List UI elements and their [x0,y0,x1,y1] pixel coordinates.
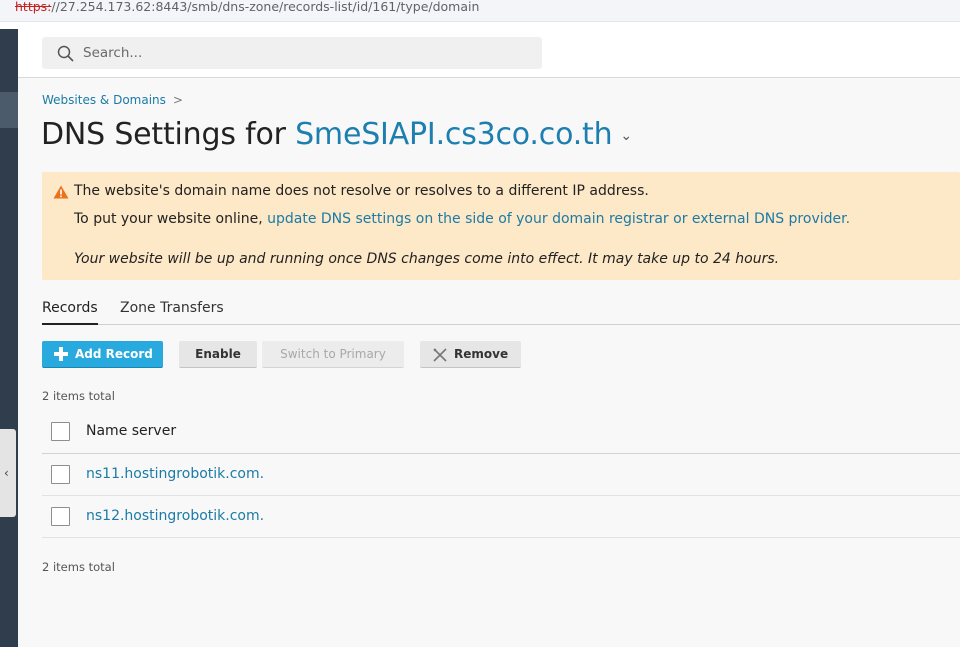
add-record-label: Add Record [75,347,153,361]
tabs: Records Zone Transfers [42,300,960,325]
top-header [18,29,960,78]
record-link[interactable]: ns11.hostingrobotik.com. [86,466,264,482]
search-input[interactable] [83,37,523,69]
chevron-left-icon: ‹ [4,466,9,480]
main-area: Websites & Domains > DNS Settings for Sme… [18,29,960,647]
warning-icon [53,185,69,199]
remove-icon [433,348,447,362]
chevron-down-icon[interactable]: ⌄ [620,128,632,144]
alert-note: Your website will be up and running once… [74,251,780,267]
column-header-name-server[interactable]: Name server [86,423,176,439]
items-total-bottom: 2 items total [42,560,115,574]
remove-button[interactable]: Remove [420,341,521,368]
table-header-row: Name server [42,413,960,454]
search-box[interactable] [42,37,542,69]
alert-instruction-text: To put your website online, [74,211,268,227]
alert-instruction: To put your website online, update DNS s… [74,211,850,227]
enable-button[interactable]: Enable [179,341,257,368]
nav-active-item[interactable] [0,92,18,128]
page-title-prefix: DNS Settings for [41,117,296,152]
name-server-cell: ns12.hostingrobotik.com. [86,508,264,524]
breadcrumb-websites-domains[interactable]: Websites & Domains [42,93,166,107]
select-all-checkbox[interactable] [51,422,70,441]
add-record-button[interactable]: Add Record [42,341,163,368]
browser-address-bar[interactable]: https://27.254.173.62:8443/smb/dns-zone/… [0,0,960,22]
breadcrumb: Websites & Domains > [42,93,183,107]
sidebar-collapse-toggle[interactable]: ‹ [0,429,16,517]
dns-warning-alert: The website's domain name does not resol… [42,172,960,280]
left-navigation-rail [0,29,18,647]
records-table: Name server ns11.hostingrobotik.com. ns1… [42,413,960,538]
url-protocol: https: [15,0,52,14]
row-checkbox[interactable] [51,507,70,526]
name-server-cell: ns11.hostingrobotik.com. [86,466,264,482]
tab-records[interactable]: Records [42,300,98,325]
switch-to-primary-button[interactable]: Switch to Primary [262,341,404,368]
tab-zone-transfers[interactable]: Zone Transfers [120,300,224,325]
update-dns-settings-link[interactable]: update DNS settings on the side of your … [267,211,850,227]
table-row: ns11.hostingrobotik.com. [42,454,960,496]
row-checkbox[interactable] [51,465,70,484]
record-link[interactable]: ns12.hostingrobotik.com. [86,508,264,524]
page-title: DNS Settings for SmeSIAPI.cs3co.co.th ⌄ [41,117,632,152]
breadcrumb-separator-icon: > [172,93,183,107]
domain-switcher[interactable]: SmeSIAPI.cs3co.co.th [295,117,613,152]
plus-icon [54,347,68,361]
items-total-top: 2 items total [42,389,115,403]
alert-message: The website's domain name does not resol… [74,183,649,199]
table-row: ns12.hostingrobotik.com. [42,496,960,538]
remove-label: Remove [454,347,509,361]
search-icon [57,45,74,62]
url-text: //27.254.173.62:8443/smb/dns-zone/record… [51,0,480,14]
page-content: Websites & Domains > DNS Settings for Sme… [18,78,960,647]
